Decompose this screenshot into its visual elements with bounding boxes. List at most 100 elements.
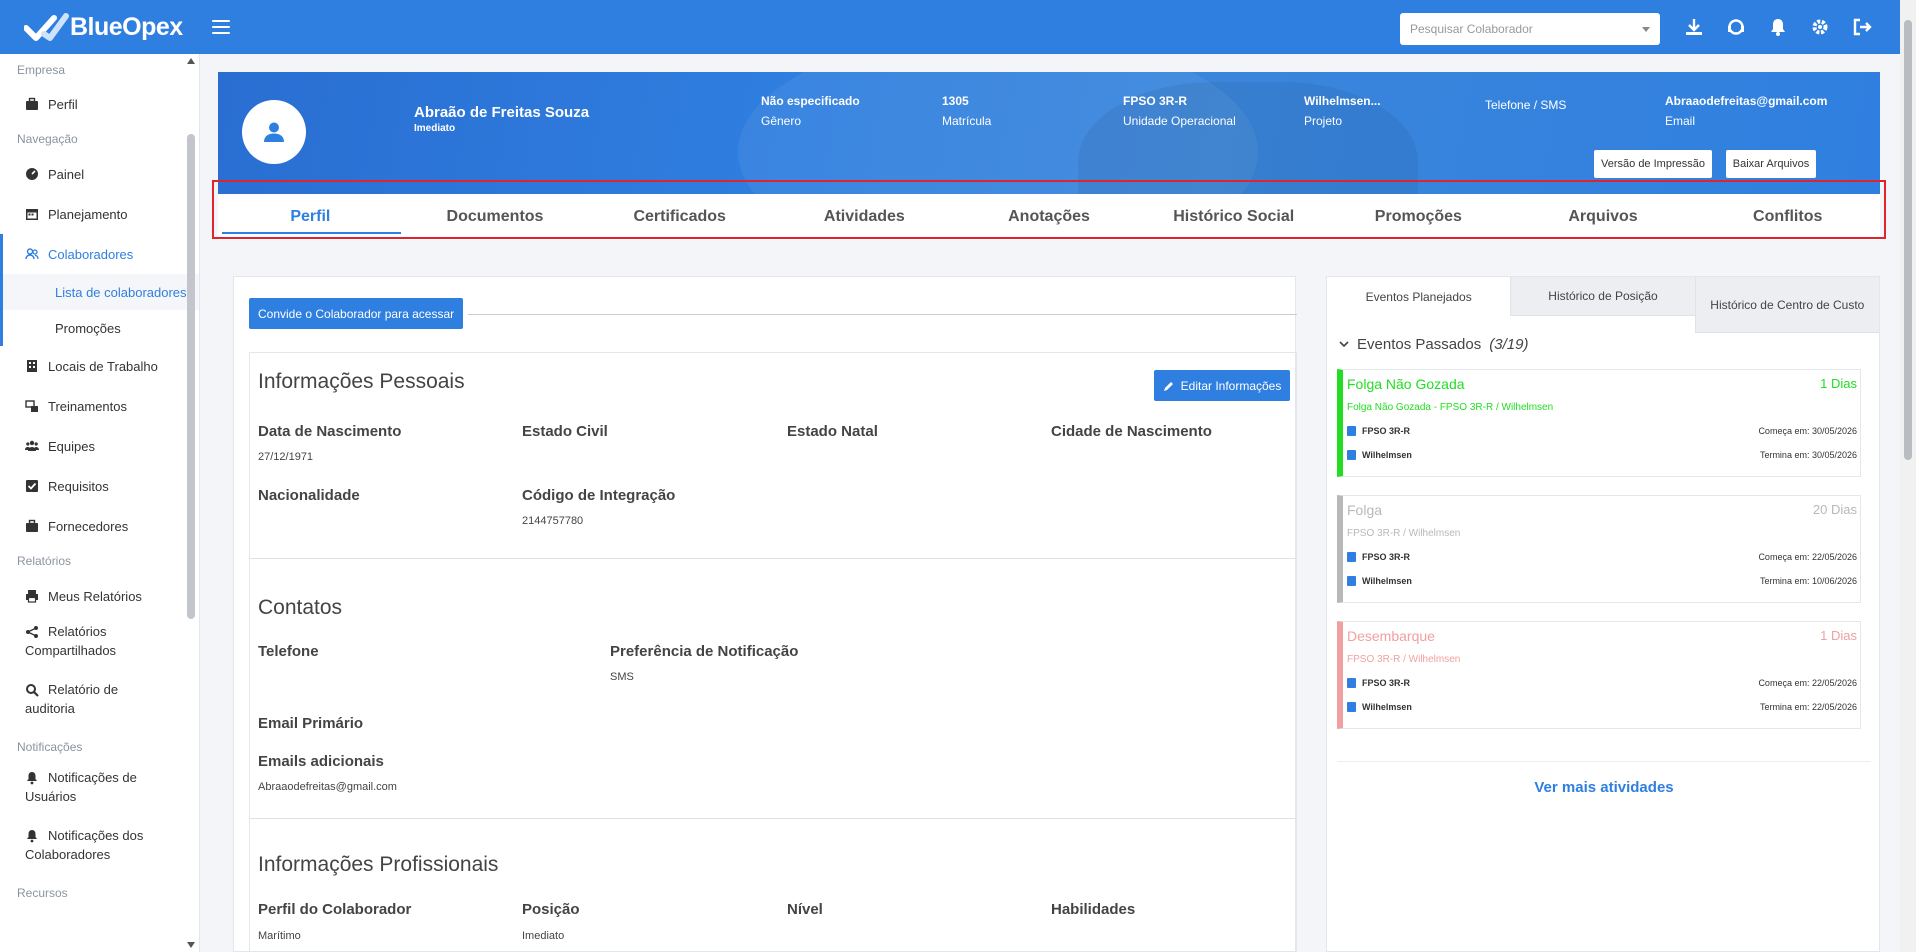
tab-documentos[interactable]: Documentos <box>403 194 588 240</box>
sidebar-item-label: Colaboradores <box>48 246 134 262</box>
sidebar-item-equipes[interactable]: Equipes <box>0 426 199 466</box>
download-icon[interactable] <box>1684 17 1704 37</box>
event-title: Folga <box>1347 502 1383 518</box>
event-card[interactable]: Desembarque 1 Dias FPSO 3R-R / Wilhelmsen F… <box>1337 621 1861 729</box>
field-label-city: Cidade de Nascimento <box>1051 423 1212 440</box>
field-label-skills: Habilidades <box>1051 901 1136 918</box>
logo-check-icon <box>24 13 69 41</box>
divider <box>1337 761 1871 762</box>
event-project-text: Wilhelmsen <box>1362 450 1412 460</box>
sidebar-item-locais[interactable]: Locais de Trabalho <box>0 346 199 386</box>
sidebar-item-painel[interactable]: Painel <box>0 154 199 194</box>
sidebar-subitem-lista-colaboradores[interactable]: Lista de colaboradores <box>0 274 199 310</box>
tab-anotacoes[interactable]: Anotações <box>957 194 1142 240</box>
sidebar-item-planejamento[interactable]: Planejamento <box>0 194 199 234</box>
event-card[interactable]: Folga Não Gozada 1 Dias Folga Não Gozada -… <box>1337 369 1861 477</box>
event-subtitle: FPSO 3R-R / Wilhelmsen <box>1347 528 1461 539</box>
briefcase-icon <box>26 519 38 532</box>
menu-toggle-icon[interactable] <box>212 20 230 34</box>
profile-name: Abraão de Freitas Souza <box>414 104 590 121</box>
tab-promocoes[interactable]: Promoções <box>1326 194 1511 240</box>
invite-employee-button[interactable]: Convide o Colaborador para acessar <box>249 298 464 329</box>
field-label-birth: Data de Nascimento <box>258 423 402 440</box>
event-title: Desembarque <box>1347 628 1435 644</box>
profile-projeto-value: Wilhelmsen... <box>1304 94 1381 108</box>
download-files-button[interactable]: Baixar Arquivos <box>1726 150 1816 178</box>
see-more-activities-link[interactable]: Ver mais atividades <box>1327 779 1881 796</box>
events-tabs: Eventos Planejados Histórico de Posição … <box>1327 277 1879 333</box>
field-value-integration: 2144757780 <box>522 515 584 527</box>
logo[interactable]: BlueOpex <box>24 12 200 42</box>
sidebar-item-label: Locais de Trabalho <box>48 358 158 374</box>
tab-historico-posicao[interactable]: Histórico de Posição <box>1510 277 1695 316</box>
tab-atividades[interactable]: Atividades <box>772 194 957 240</box>
sidebar-item-meus-relatorios[interactable]: Meus Relatórios <box>0 576 199 616</box>
users-icon <box>25 248 39 260</box>
tab-arquivos[interactable]: Arquivos <box>1511 194 1696 240</box>
profile-projeto: Wilhelmsen... Projeto <box>1304 94 1381 128</box>
search-document-icon <box>26 684 39 697</box>
sidebar-item-notificacoes-usuarios[interactable]: Notificações de Usuários <box>0 762 199 820</box>
event-card[interactable]: Folga 20 Dias FPSO 3R-R / Wilhelmsen FPSO 3… <box>1337 495 1861 603</box>
top-bar: BlueOpex Pesquisar Colaborador <box>0 0 1900 54</box>
sidebar-item-label: Treinamentos <box>48 398 127 414</box>
employee-search-select[interactable]: Pesquisar Colaborador <box>1400 13 1660 45</box>
page-scrollbar[interactable] <box>1900 0 1916 952</box>
briefcase-icon <box>26 97 38 110</box>
avatar <box>242 100 306 164</box>
print-version-button[interactable]: Versão de Impressão <box>1594 150 1712 178</box>
sidebar-scrollbar[interactable] <box>185 54 197 952</box>
tab-eventos-planejados[interactable]: Eventos Planejados <box>1327 277 1511 316</box>
tab-historico-centro-custo[interactable]: Histórico de Centro de Custo <box>1694 277 1879 333</box>
sidebar-item-colaboradores[interactable]: Colaboradores <box>0 234 199 274</box>
field-label-natal: Estado Natal <box>787 423 878 440</box>
sidebar-item-label-line1: Notificações de <box>48 770 137 785</box>
event-unit: FPSO 3R-R <box>1347 552 1410 562</box>
divider <box>250 818 1296 819</box>
sidebar-item-requisitos[interactable]: Requisitos <box>0 466 199 506</box>
event-start: Começa em: 30/05/2026 <box>1758 426 1857 436</box>
sidebar-item-notificacoes-colaboradores[interactable]: Notificações dos Colaboradores <box>0 820 199 878</box>
support-headset-icon[interactable] <box>1726 17 1746 37</box>
profile-unidade: FPSO 3R-R Unidade Operacional <box>1123 94 1236 128</box>
edit-info-button[interactable]: Editar Informações <box>1154 370 1290 401</box>
tab-historico-social[interactable]: Histórico Social <box>1141 194 1326 240</box>
event-days: 1 Dias <box>1820 628 1857 643</box>
profile-projeto-label: Projeto <box>1304 114 1343 128</box>
past-events-count: (3/19) <box>1489 336 1529 353</box>
sidebar-item-perfil[interactable]: Perfil <box>0 84 199 124</box>
scroll-up-arrow-icon[interactable] <box>187 58 195 64</box>
scroll-down-arrow-icon[interactable] <box>187 942 195 948</box>
sidebar-item-treinamentos[interactable]: Treinamentos <box>0 386 199 426</box>
sidebar-subitem-promocoes[interactable]: Promoções <box>0 310 199 346</box>
profile-email: Abraaodefreitas@gmail.com Email <box>1665 94 1827 128</box>
sidebar-item-relatorio-auditoria[interactable]: Relatório de auditoria <box>0 674 199 732</box>
page-scroll-thumb[interactable] <box>1904 20 1912 460</box>
sidebar-section-empresa: Empresa <box>17 63 66 77</box>
sidebar-section-relatorios: Relatórios <box>17 554 72 568</box>
gear-icon[interactable] <box>1810 17 1830 37</box>
field-label-primary-email: Email Primário <box>258 715 364 732</box>
section-title-contacts: Contatos <box>258 596 343 619</box>
pencil-icon <box>1163 381 1173 391</box>
past-events-header[interactable]: Eventos Passados (3/19) <box>1339 336 1528 353</box>
sidebar-item-relatorios-compartilhados[interactable]: Relatórios Compartilhados <box>0 616 199 674</box>
field-label-notification: Preferência de Notificação <box>610 643 799 660</box>
bell-icon[interactable] <box>1768 17 1788 37</box>
sidebar-item-label-line2: Colaboradores <box>25 847 111 862</box>
sidebar-item-label-line1: Relatório de <box>48 682 119 697</box>
field-label-integration: Código de Integração <box>522 487 676 504</box>
logout-icon[interactable] <box>1852 17 1872 37</box>
event-start: Começa em: 22/05/2026 <box>1758 678 1857 688</box>
sidebar-item-fornecedores[interactable]: Fornecedores <box>0 506 199 546</box>
sidebar-item-label-line1: Notificações dos <box>48 828 144 843</box>
field-label-phone: Telefone <box>258 643 319 660</box>
tab-perfil[interactable]: Perfil <box>218 194 403 240</box>
top-icons <box>1684 0 1872 54</box>
sidebar-scroll-thumb[interactable] <box>187 134 195 619</box>
profile-gender-label: Gênero <box>761 114 802 128</box>
profile-role: Imediato <box>414 123 456 134</box>
sidebar-item-label-line2: Usuários <box>25 789 77 804</box>
tab-certificados[interactable]: Certificados <box>587 194 772 240</box>
tab-conflitos[interactable]: Conflitos <box>1695 194 1880 240</box>
